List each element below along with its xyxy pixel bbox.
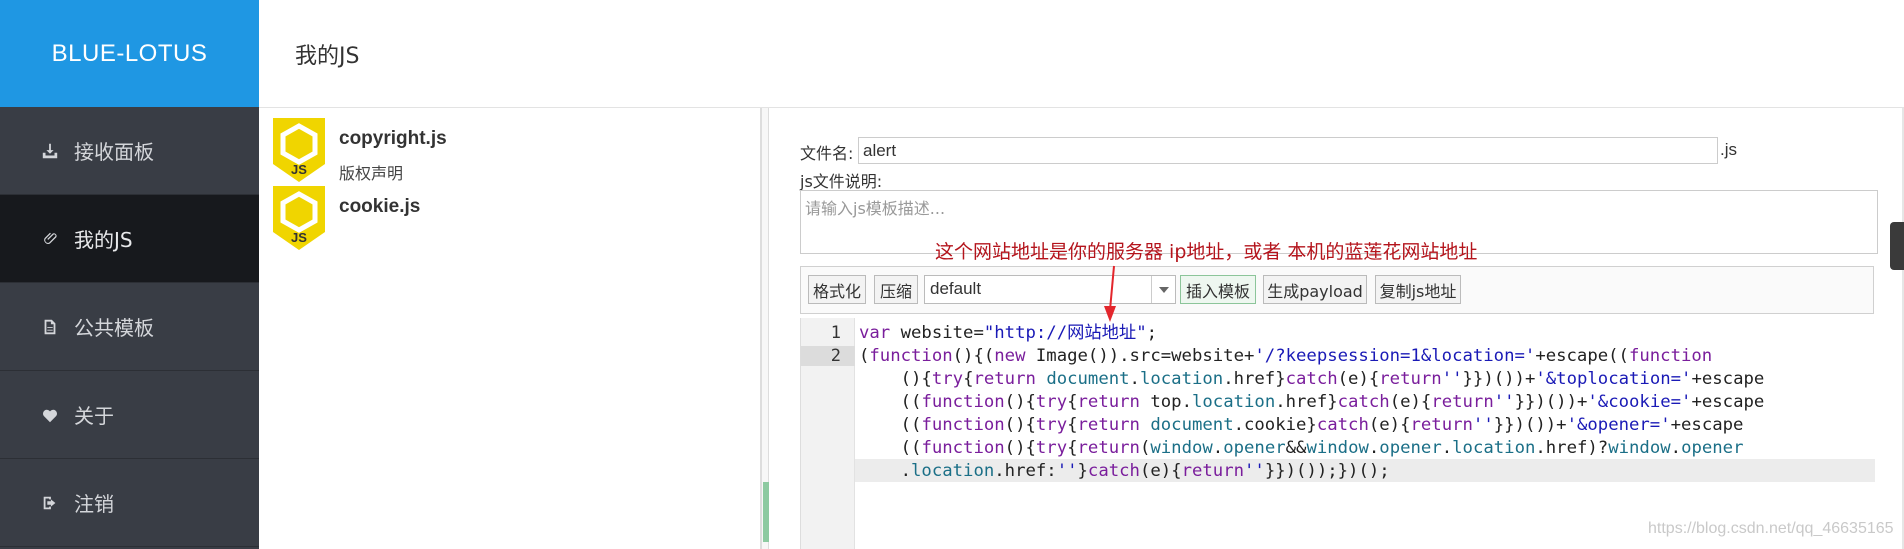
page-title: 我的JS xyxy=(295,43,360,69)
code-content[interactable]: var website="http://网站地址"; (function(){(… xyxy=(859,322,1764,483)
copy-js-url-button[interactable]: 复制js地址 xyxy=(1375,275,1461,304)
code-editor[interactable]: 1 2 var website="http://网站地址"; (function… xyxy=(800,318,1875,549)
js-file-icon: JS xyxy=(273,118,325,182)
sidebar-item-logout[interactable]: 注销 xyxy=(0,459,259,547)
sidebar-item-label: 公共模板 xyxy=(74,316,154,340)
annotation-arrow xyxy=(1104,265,1116,322)
filename-input[interactable] xyxy=(858,137,1718,164)
sidebar: BLUE-LOTUS 接收面板 我的JS 公共模板 关于 注销 xyxy=(0,0,259,549)
compress-button[interactable]: 压缩 xyxy=(874,275,918,304)
filename-label: 文件名: xyxy=(800,144,854,163)
file-extension: .js xyxy=(1720,140,1737,159)
format-button[interactable]: 格式化 xyxy=(808,275,866,304)
sidebar-item-my-js[interactable]: 我的JS xyxy=(0,195,259,283)
sidebar-item-label: 接收面板 xyxy=(74,140,154,164)
chevron-down-icon xyxy=(1151,276,1175,303)
brand-logo[interactable]: BLUE-LOTUS xyxy=(0,0,259,107)
generate-payload-button[interactable]: 生成payload xyxy=(1263,275,1367,304)
download-tray-icon xyxy=(40,141,60,161)
annotation-text: 这个网站地址是你的服务器 ip地址，或者 本机的蓝莲花网站地址 xyxy=(935,241,1478,263)
file-description: 版权声明 xyxy=(339,164,404,183)
file-name: copyright.js xyxy=(339,128,447,149)
svg-text:JS: JS xyxy=(291,230,307,245)
paperclip-icon xyxy=(40,229,60,249)
sidebar-item-label: 我的JS xyxy=(74,228,133,252)
line-number: 1 xyxy=(830,323,841,343)
template-select-value: default xyxy=(930,279,982,298)
sidebar-item-label: 关于 xyxy=(74,404,114,428)
page-header: 我的JS xyxy=(259,0,1904,108)
sidebar-item-receive-panel[interactable]: 接收面板 xyxy=(0,107,259,195)
description-label: js文件说明: xyxy=(800,172,883,191)
watermark: https://blog.csdn.net/qq_46635165 xyxy=(1648,520,1894,537)
sidebar-item-label: 注销 xyxy=(74,492,114,516)
file-list: JS copyright.js 版权声明 JS cookie.js xyxy=(259,108,761,549)
scrollbar-thumb[interactable] xyxy=(763,482,769,542)
document-icon xyxy=(40,317,60,337)
svg-text:JS: JS xyxy=(291,162,307,177)
line-gutter: 1 2 xyxy=(801,318,855,549)
sidebar-item-public-templates[interactable]: 公共模板 xyxy=(0,283,259,371)
logout-icon xyxy=(40,493,60,513)
line-number: 2 xyxy=(801,346,855,366)
list-item[interactable]: JS cookie.js xyxy=(259,176,760,256)
js-file-icon: JS xyxy=(273,186,325,250)
side-handle[interactable] xyxy=(1890,222,1904,270)
heart-icon xyxy=(40,405,60,425)
insert-template-button[interactable]: 插入模板 xyxy=(1180,275,1256,304)
file-name: cookie.js xyxy=(339,196,421,217)
sidebar-item-about[interactable]: 关于 xyxy=(0,371,259,459)
template-select[interactable]: default xyxy=(924,275,1176,304)
